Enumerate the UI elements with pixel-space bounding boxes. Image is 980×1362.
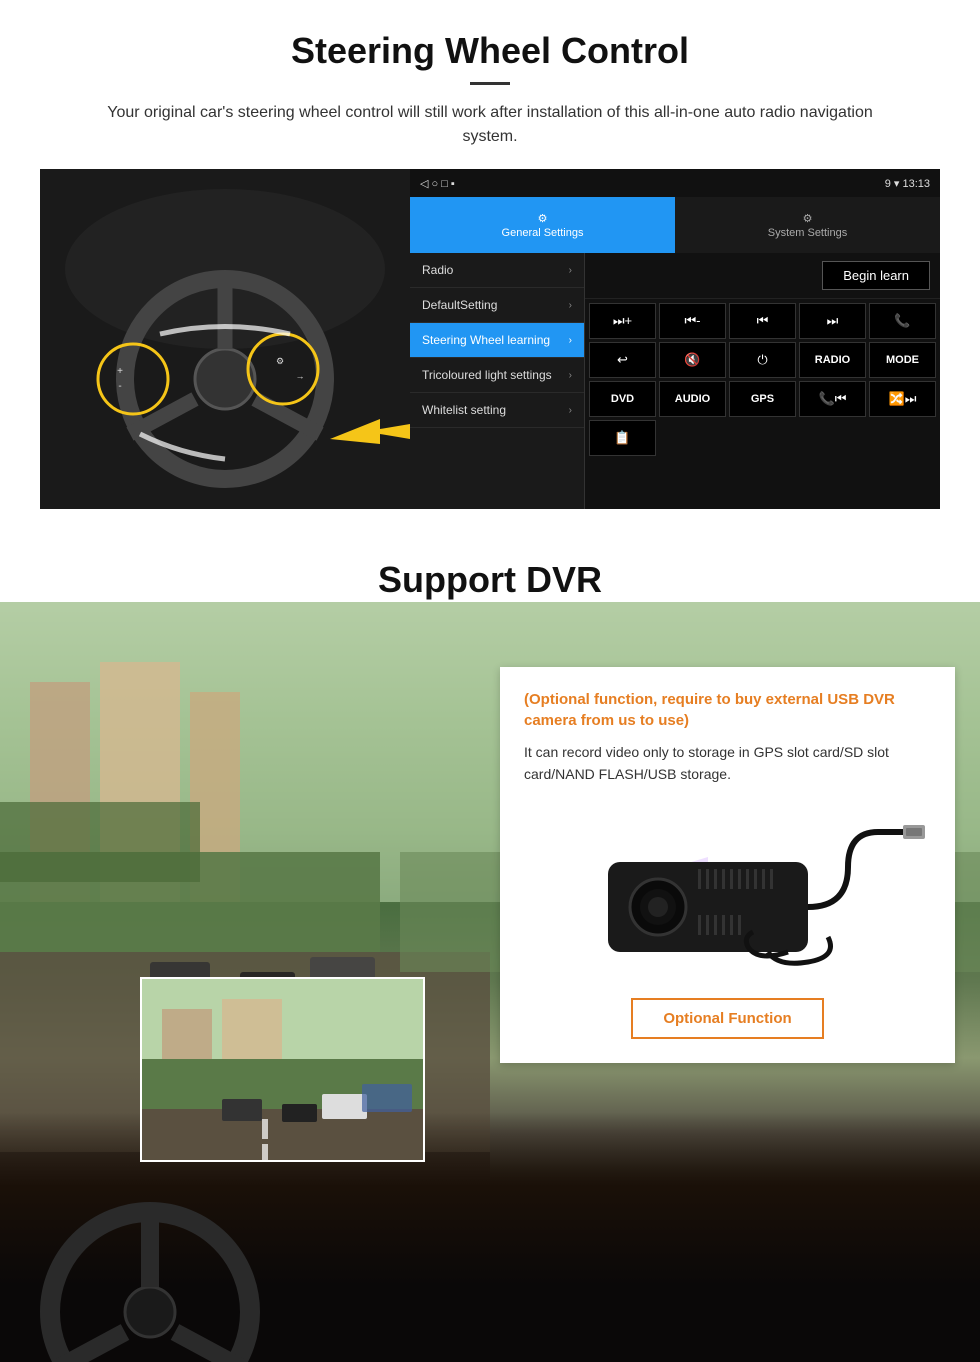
menu-item-tricolour[interactable]: Tricoloured light settings › <box>410 358 584 393</box>
dvr-camera-svg <box>528 807 928 977</box>
ctrl-btn-camera[interactable]: 📋 <box>589 420 656 456</box>
ctrl-btn-phone[interactable]: 📞 <box>869 303 936 339</box>
optional-function-button[interactable]: Optional Function <box>631 998 823 1039</box>
dvr-description: It can record video only to storage in G… <box>524 741 931 786</box>
dvr-camera-illustration <box>524 802 931 982</box>
ctrl-btn-mode[interactable]: MODE <box>869 342 936 378</box>
nav-icons: ◁ ○ □ ▪ <box>420 177 455 190</box>
menu-item-defaultsetting[interactable]: DefaultSetting › <box>410 288 584 323</box>
android-panel: ◁ ○ □ ▪ 9 ▾ 13:13 ⚙ General Settings ⚙ S… <box>410 169 940 509</box>
ctrl-btn-audio[interactable]: AUDIO <box>659 381 726 417</box>
chevron-defaultsetting-icon: › <box>569 300 572 311</box>
ctrl-btn-mute[interactable]: 🔇 <box>659 342 726 378</box>
gear-icon-general: ⚙ <box>538 212 548 225</box>
menu-item-whitelist[interactable]: Whitelist setting › <box>410 393 584 428</box>
control-buttons-grid: ⏭+ ⏮- ⏮ ⏭ 📞 ↩ 🔇 ⏻ RADIO MODE DVD AUDIO G… <box>585 299 940 460</box>
svg-text:→: → <box>296 371 305 381</box>
android-main: Radio › DefaultSetting › Steering Wheel … <box>410 253 940 509</box>
menu-defaultsetting-label: DefaultSetting <box>422 298 497 312</box>
begin-learn-row: Begin learn <box>585 253 940 299</box>
dvr-section: Support DVR <box>0 529 980 1362</box>
ctrl-btn-phone-prev[interactable]: 📞⏮ <box>799 381 866 417</box>
android-statusbar: ◁ ○ □ ▪ 9 ▾ 13:13 <box>410 169 940 197</box>
begin-learn-button[interactable]: Begin learn <box>822 261 930 290</box>
chevron-whitelist-icon: › <box>569 405 572 416</box>
wifi-icon-system: ⚙ <box>803 212 813 225</box>
status-right: 9 ▾ 13:13 <box>885 177 930 190</box>
ctrl-btn-vol-dn[interactable]: ⏮- <box>659 303 726 339</box>
ctrl-btn-prev[interactable]: ⏮ <box>729 303 796 339</box>
dvr-thumbnail-svg <box>142 979 425 1162</box>
menu-radio-label: Radio <box>422 263 453 277</box>
dvr-info-card: (Optional function, require to buy exter… <box>500 667 955 1063</box>
android-nav-tabs: ⚙ General Settings ⚙ System Settings <box>410 197 940 253</box>
chevron-steering-icon: › <box>569 335 572 346</box>
android-menu: Radio › DefaultSetting › Steering Wheel … <box>410 253 585 509</box>
dvr-title: Support DVR <box>0 529 980 601</box>
ctrl-btn-radio[interactable]: RADIO <box>799 342 866 378</box>
tab-system-label: System Settings <box>768 227 847 239</box>
ctrl-btn-next[interactable]: ⏭ <box>799 303 866 339</box>
svg-text:+: + <box>117 366 123 377</box>
car-image-area: + - ⚙ → <box>40 169 410 509</box>
tab-system[interactable]: ⚙ System Settings <box>675 197 940 253</box>
ctrl-btn-vol-up[interactable]: ⏭+ <box>589 303 656 339</box>
tab-general-label: General Settings <box>502 227 584 239</box>
menu-item-steering-learning[interactable]: Steering Wheel learning › <box>410 323 584 358</box>
ctrl-btn-shuffle-next[interactable]: 🔀⏭ <box>869 381 936 417</box>
dvr-optional-text: (Optional function, require to buy exter… <box>524 689 931 731</box>
dvr-background: (Optional function, require to buy exter… <box>0 602 980 1362</box>
ctrl-btn-dvd[interactable]: DVD <box>589 381 656 417</box>
dvr-thumbnail <box>140 977 425 1162</box>
menu-whitelist-label: Whitelist setting <box>422 403 506 417</box>
ctrl-btn-hangup[interactable]: ↩ <box>589 342 656 378</box>
title-divider <box>470 82 510 85</box>
chevron-tricolour-icon: › <box>569 370 572 381</box>
chevron-radio-icon: › <box>569 265 572 276</box>
steering-subtitle: Your original car's steering wheel contr… <box>80 101 900 149</box>
ctrl-btn-power[interactable]: ⏻ <box>729 342 796 378</box>
steering-title: Steering Wheel Control <box>40 30 940 72</box>
android-content: Begin learn ⏭+ ⏮- ⏮ ⏭ 📞 ↩ 🔇 ⏻ RADIO MODE <box>585 253 940 509</box>
car-image: + - ⚙ → <box>40 169 410 509</box>
steering-content-area: + - ⚙ → ◁ ○ □ ▪ 9 ▾ 13:13 ⚙ General Sett… <box>40 169 940 509</box>
steering-section: Steering Wheel Control Your original car… <box>0 0 980 529</box>
tab-general[interactable]: ⚙ General Settings <box>410 197 675 253</box>
steering-wheel-svg: + - ⚙ → <box>40 169 410 509</box>
menu-item-radio[interactable]: Radio › <box>410 253 584 288</box>
menu-tricolour-label: Tricoloured light settings <box>422 368 552 382</box>
ctrl-btn-gps[interactable]: GPS <box>729 381 796 417</box>
menu-steering-learning-label: Steering Wheel learning <box>422 333 550 347</box>
svg-text:⚙: ⚙ <box>276 356 284 366</box>
svg-text:-: - <box>118 381 121 392</box>
